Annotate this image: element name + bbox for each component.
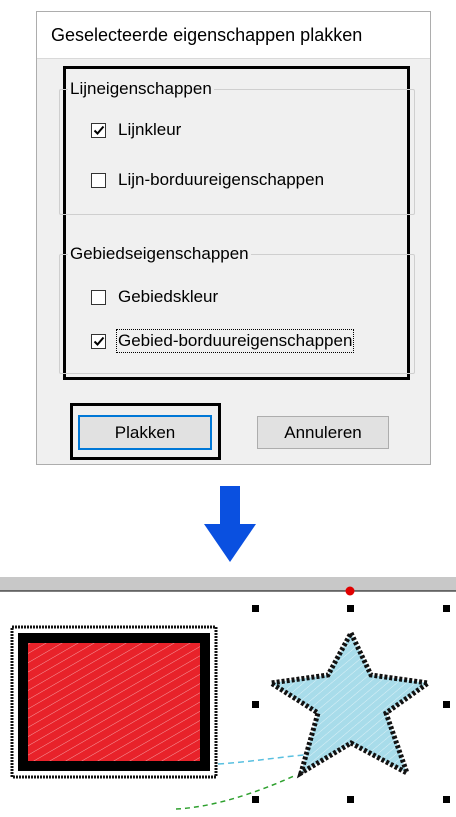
handle xyxy=(443,796,450,803)
handle xyxy=(252,605,259,612)
checkbox-row-line-embroidery[interactable]: Lijn-borduureigenschappen xyxy=(91,168,324,192)
line-embroidery-label: Lijn-borduureigenschappen xyxy=(118,170,325,189)
area-embroidery-checkbox[interactable] xyxy=(91,333,106,349)
connector-line-green xyxy=(175,774,297,810)
checkbox-row-area-color[interactable]: Gebiedskleur xyxy=(91,285,218,309)
connector-line-blue xyxy=(217,754,305,765)
line-properties-legend: Lijneigenschappen xyxy=(68,78,214,100)
area-color-label: Gebiedskleur xyxy=(118,287,219,306)
line-color-label: Lijnkleur xyxy=(118,120,182,139)
handle xyxy=(252,701,259,708)
paste-properties-dialog: Geselecteerde eigenschappen plakken Lijn… xyxy=(36,11,431,465)
arrow-down-icon xyxy=(204,486,256,562)
handle xyxy=(443,701,450,708)
area-properties-legend: Gebiedseigenschappen xyxy=(68,243,251,265)
checkmark-icon xyxy=(93,336,104,346)
design-canvas xyxy=(0,577,456,810)
line-embroidery-checkbox[interactable] xyxy=(91,172,106,188)
checkbox-row-area-embroidery[interactable]: Gebied-borduureigenschappen xyxy=(91,329,355,353)
ruler-bar xyxy=(0,577,456,591)
area-color-checkbox[interactable] xyxy=(91,289,106,305)
handle xyxy=(347,796,354,803)
rotation-handle xyxy=(345,586,355,596)
handle xyxy=(347,605,354,612)
star-shape xyxy=(263,627,435,779)
checkbox-row-line-color[interactable]: Lijnkleur xyxy=(91,118,181,142)
cancel-button[interactable]: Annuleren xyxy=(257,416,389,449)
area-properties-group: Gebiedseigenschappen xyxy=(59,243,415,374)
line-properties-group: Lijneigenschappen xyxy=(59,78,415,215)
handle xyxy=(443,605,450,612)
handle xyxy=(252,796,259,803)
line-color-checkbox[interactable] xyxy=(91,122,106,138)
red-rectangle-shape xyxy=(10,625,218,779)
dialog-title: Geselecteerde eigenschappen plakken xyxy=(37,12,430,59)
paste-button[interactable]: Plakken xyxy=(78,415,212,450)
checkmark-icon xyxy=(93,125,104,135)
area-embroidery-label: Gebied-borduureigenschappen xyxy=(115,329,355,353)
